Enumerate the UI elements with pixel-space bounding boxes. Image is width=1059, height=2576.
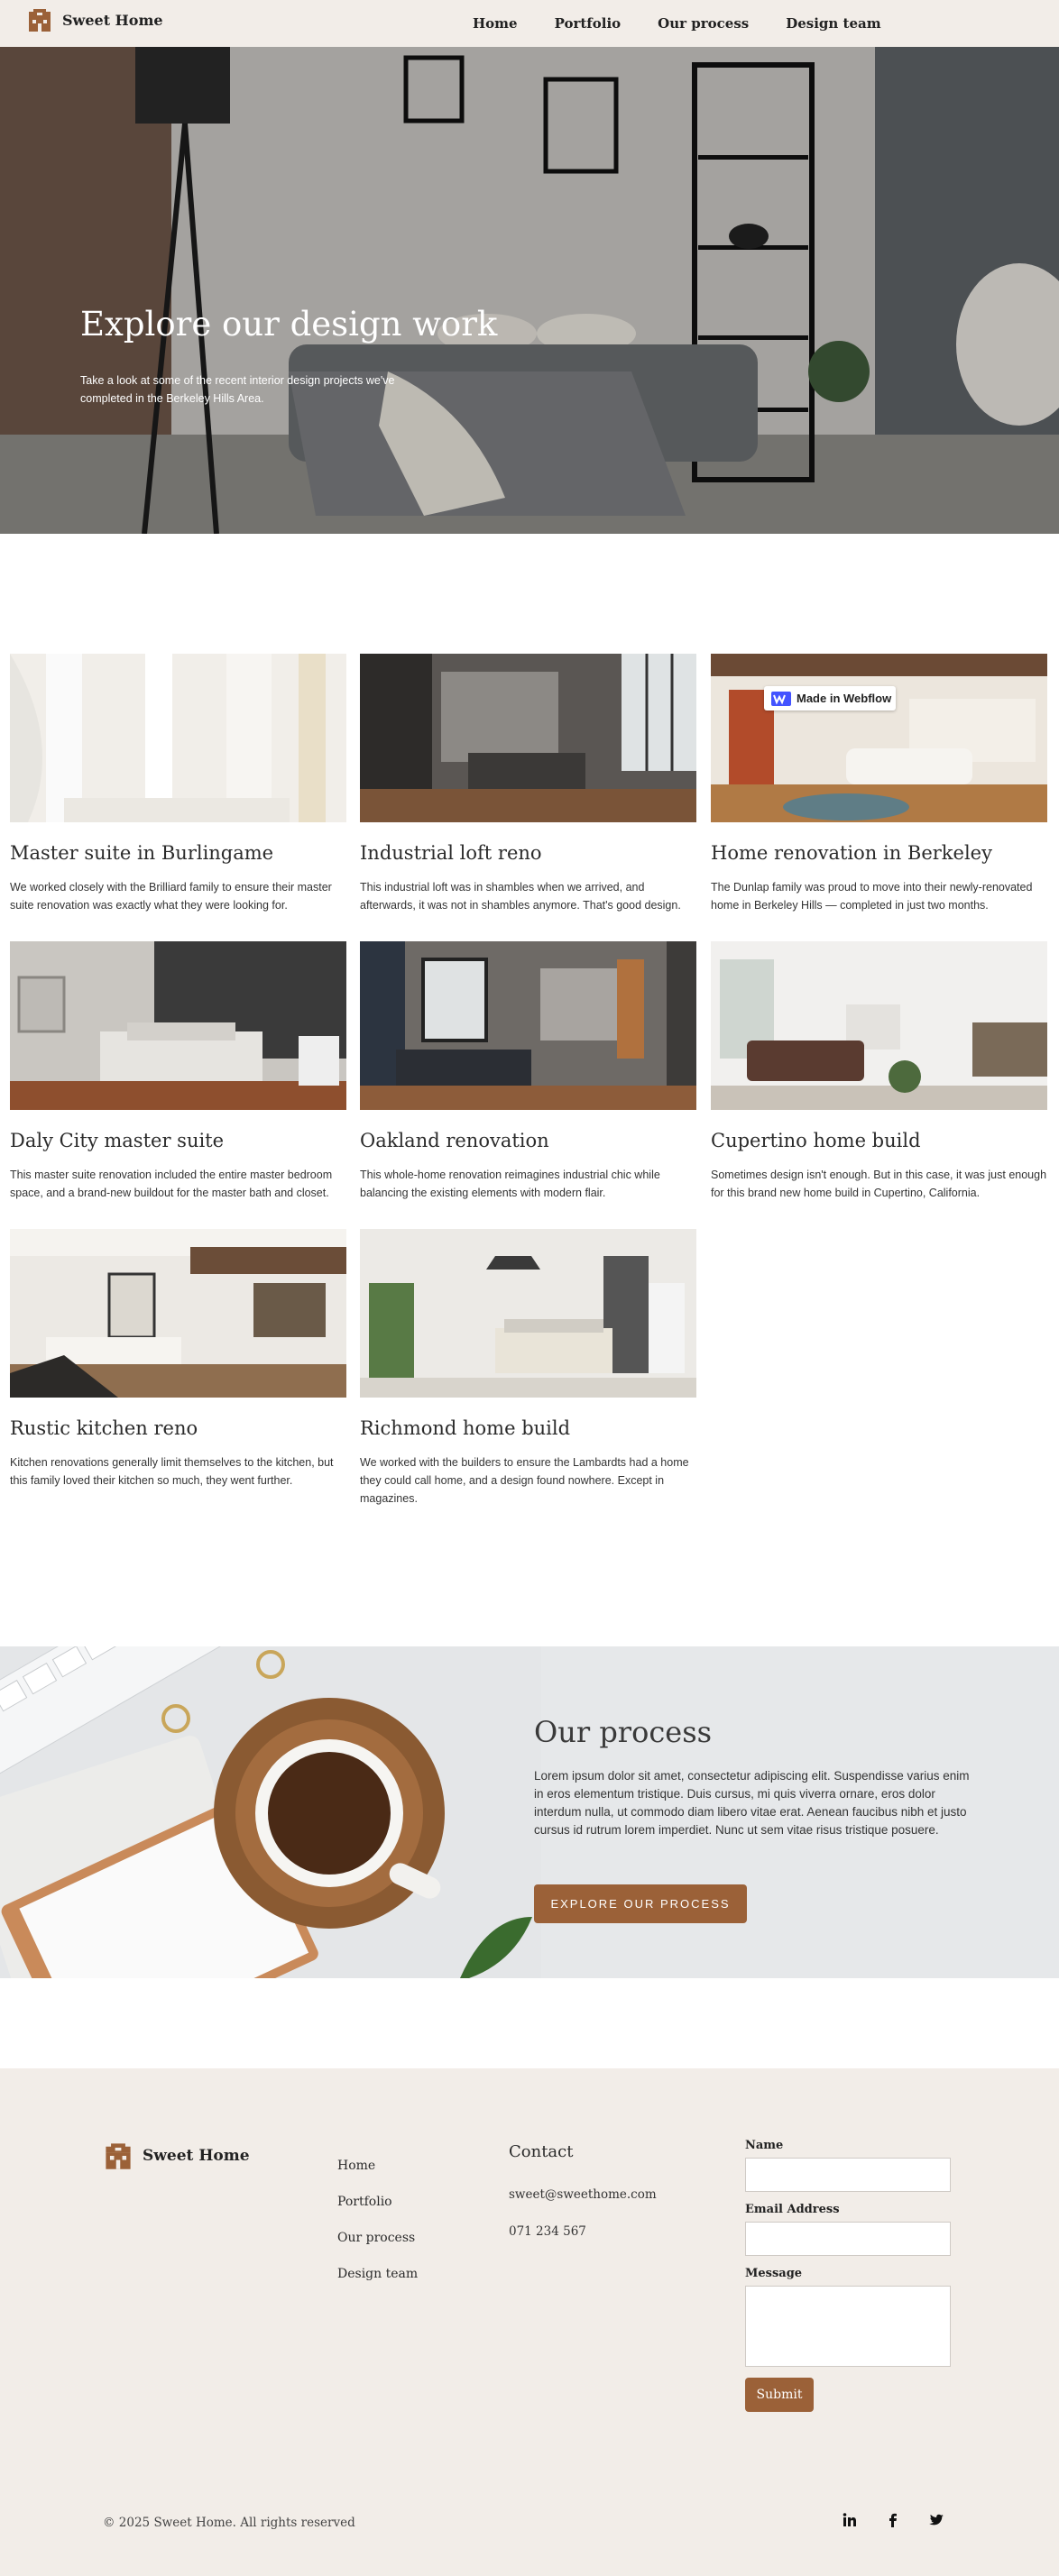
project-description: This whole-home renovation reimagines in… — [360, 1169, 660, 1199]
process-description: Lorem ipsum dolor sit amet, consectetur … — [534, 1769, 970, 1837]
project-image — [360, 941, 696, 1110]
footer-brand-name: Sweet Home — [143, 2147, 250, 2165]
contact-phone: 071 234 567 — [509, 2224, 586, 2239]
brand-name: Sweet Home — [62, 11, 163, 29]
project-card[interactable]: Master suite in Burlingame We worked clo… — [10, 654, 346, 914]
nav-link-home[interactable]: Home — [473, 15, 518, 32]
project-card[interactable]: Cupertino home build Sometimes design is… — [711, 941, 1047, 1202]
social-links — [842, 2512, 944, 2528]
contact-heading: Contact — [509, 2142, 574, 2161]
project-title: Industrial loft reno — [360, 842, 542, 864]
project-title: Daly City master suite — [10, 1130, 225, 1151]
project-image — [711, 654, 1047, 822]
project-title: Home renovation in Berkeley — [711, 842, 992, 864]
project-card[interactable]: Industrial loft reno This industrial lof… — [360, 654, 696, 914]
project-description: We worked closely with the Brilliard fam… — [10, 881, 332, 912]
brand-logo-link[interactable]: Sweet Home — [26, 6, 163, 33]
nav-link-design-team[interactable]: Design team — [786, 15, 880, 32]
webflow-logo-icon — [771, 691, 791, 706]
house-logo-icon — [29, 9, 51, 32]
coffee-desk-image — [0, 1646, 541, 1978]
twitter-icon[interactable] — [928, 2512, 944, 2528]
email-input[interactable] — [745, 2222, 951, 2256]
explore-process-button[interactable]: EXPLORE OUR PROCESS — [534, 1884, 747, 1923]
footer-nav: Home Portfolio Our process Design team — [337, 2159, 418, 2303]
hero-subtitle: Take a look at some of the recent interi… — [80, 374, 395, 405]
project-image — [711, 941, 1047, 1110]
nav-link-portfolio[interactable]: Portfolio — [555, 15, 622, 32]
message-label: Message — [745, 2267, 803, 2280]
project-card[interactable]: Rustic kitchen reno Kitchen renovations … — [10, 1229, 346, 1490]
name-input[interactable] — [745, 2158, 951, 2192]
email-label: Email Address — [745, 2203, 840, 2216]
footer-link-our-process[interactable]: Our process — [337, 2231, 418, 2267]
linkedin-icon[interactable] — [842, 2512, 858, 2528]
project-card[interactable]: Richmond home build We worked with the b… — [360, 1229, 696, 1508]
facebook-icon[interactable] — [885, 2512, 901, 2528]
hero-section: Explore our design work Take a look at s… — [0, 47, 1059, 534]
project-image — [10, 654, 346, 822]
project-card[interactable]: Oakland renovation This whole-home renov… — [360, 941, 696, 1202]
project-title: Richmond home build — [360, 1417, 571, 1439]
project-image — [360, 654, 696, 822]
project-title: Master suite in Burlingame — [10, 842, 274, 864]
hero-title: Explore our design work — [80, 305, 498, 344]
project-description: This master suite renovation included th… — [10, 1169, 333, 1199]
name-label: Name — [745, 2139, 784, 2152]
process-title: Our process — [534, 1715, 713, 1749]
project-image — [360, 1229, 696, 1398]
project-image — [10, 1229, 346, 1398]
nav-menu: Home Portfolio Our process Design team — [473, 0, 918, 47]
copyright-text: © 2025 Sweet Home. All rights reserved — [103, 2516, 355, 2530]
footer-link-home[interactable]: Home — [337, 2159, 418, 2195]
process-section: Our process Lorem ipsum dolor sit amet, … — [0, 1646, 1059, 1978]
contact-email-link[interactable]: sweet@sweethome.com — [509, 2187, 657, 2202]
project-card[interactable]: Daly City master suite This master suite… — [10, 941, 346, 1202]
top-navbar: Sweet Home Home Portfolio Our process De… — [0, 0, 1059, 47]
hero-bedroom-image — [0, 47, 1059, 534]
badge-label: Made in Webflow — [797, 692, 892, 705]
made-in-webflow-badge[interactable]: Made in Webflow — [764, 686, 896, 710]
project-description: Kitchen renovations generally limit them… — [10, 1456, 334, 1487]
project-title: Oakland renovation — [360, 1130, 549, 1151]
project-description: The Dunlap family was proud to move into… — [711, 881, 1033, 912]
project-title: Rustic kitchen reno — [10, 1417, 198, 1439]
house-logo-icon — [106, 2143, 131, 2169]
footer-brand-link[interactable]: Sweet Home — [103, 2141, 250, 2171]
project-description: Sometimes design isn't enough. But in th… — [711, 1169, 1047, 1199]
contact-form: Name Email Address Message Submit — [745, 2139, 951, 2412]
submit-button[interactable]: Submit — [745, 2378, 814, 2412]
project-description: This industrial loft was in shambles whe… — [360, 881, 681, 912]
project-title: Cupertino home build — [711, 1130, 921, 1151]
project-description: We worked with the builders to ensure th… — [360, 1456, 689, 1505]
footer-link-design-team[interactable]: Design team — [337, 2267, 418, 2303]
message-textarea[interactable] — [745, 2286, 951, 2367]
nav-link-our-process[interactable]: Our process — [658, 15, 749, 32]
footer: Sweet Home Home Portfolio Our process De… — [0, 2068, 1059, 2576]
project-image — [10, 941, 346, 1110]
footer-link-portfolio[interactable]: Portfolio — [337, 2195, 418, 2231]
